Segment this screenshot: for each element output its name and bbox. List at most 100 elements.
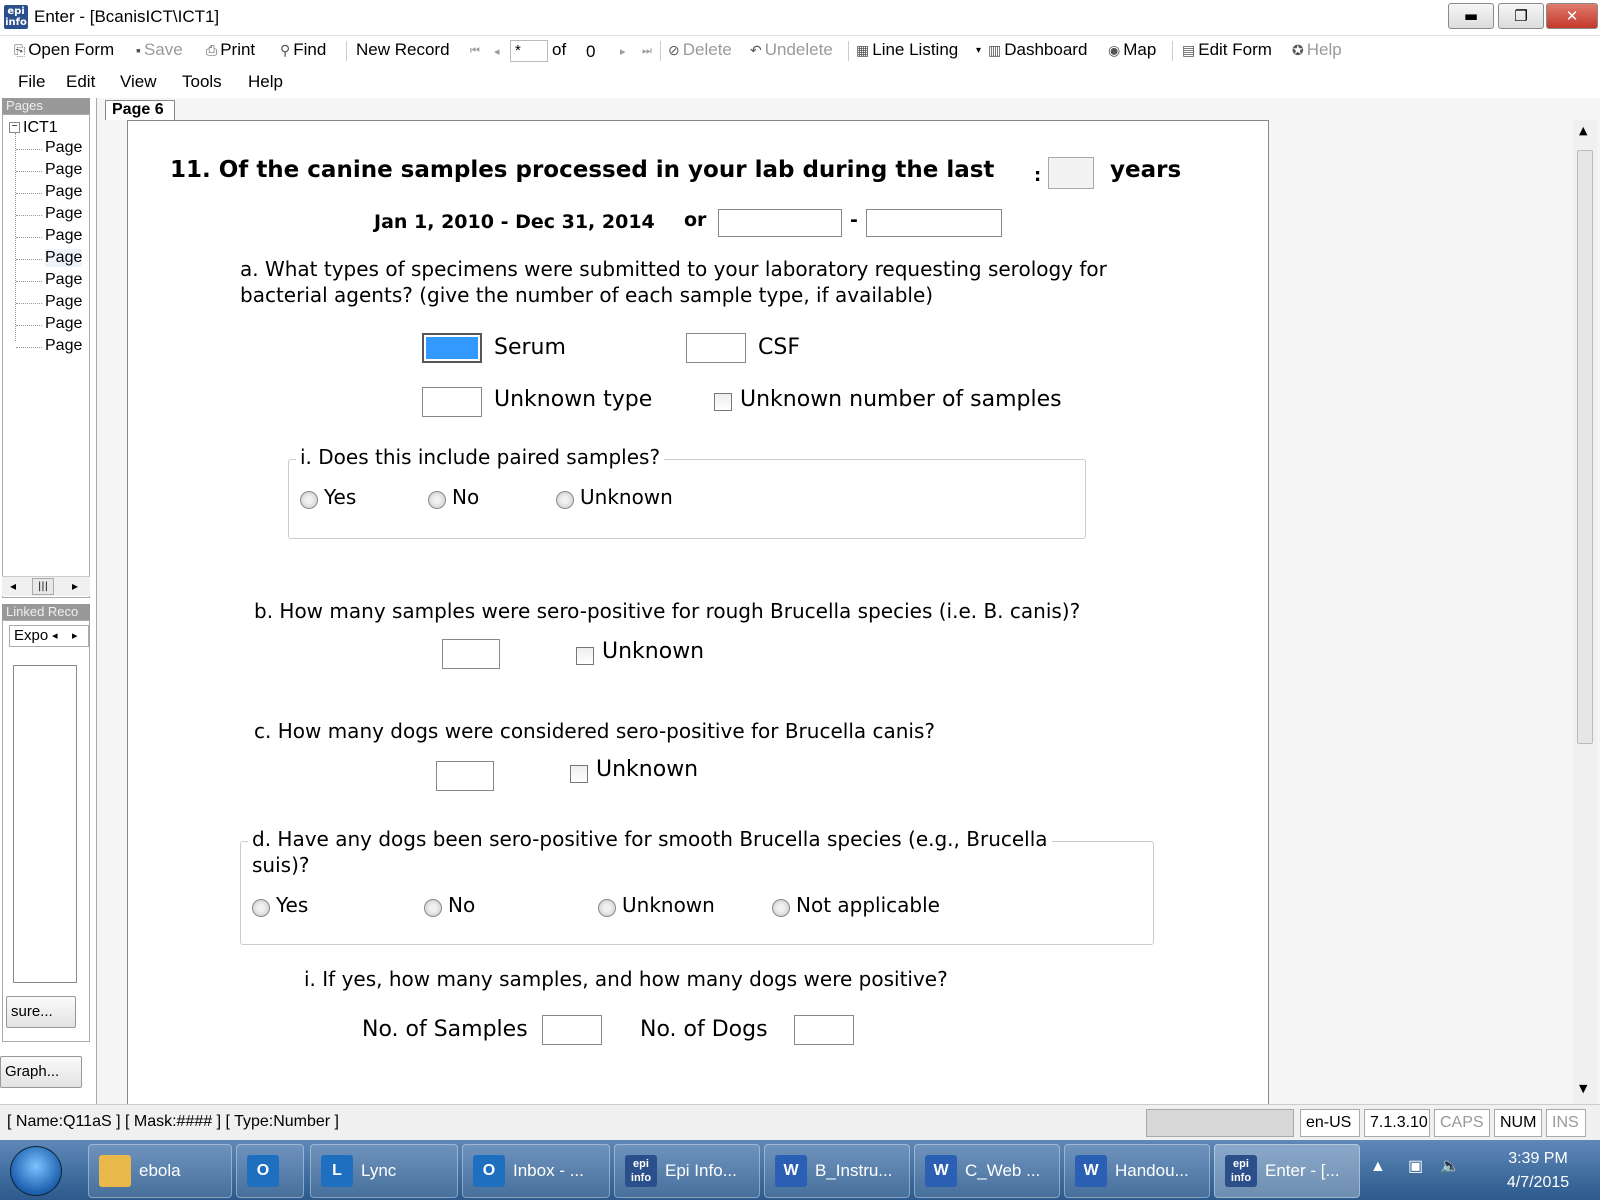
tree-connector	[16, 193, 42, 194]
menu-tools[interactable]: Tools	[182, 72, 222, 92]
paired-unknown-radio[interactable]	[556, 491, 574, 509]
taskbar-item-epi-info[interactable]: epi info Epi Info...	[614, 1144, 760, 1198]
scroll-thumb[interactable]: |||	[32, 578, 54, 595]
help-button[interactable]: ✪ Help	[1292, 40, 1342, 60]
edit-form-button[interactable]: ▤ Edit Form	[1182, 40, 1272, 60]
brucella-canis-dogs-input[interactable]	[436, 761, 494, 791]
scroll-down-icon[interactable]: ▼	[1579, 1082, 1587, 1095]
scroll-right-icon[interactable]: ▸	[72, 579, 78, 593]
taskbar-item-word-b-instru[interactable]: W B_Instru...	[764, 1144, 910, 1198]
rough-brucella-unknown-checkbox[interactable]	[576, 647, 594, 665]
volume-icon[interactable]: 🔈	[1440, 1156, 1460, 1176]
tree-connector	[16, 347, 42, 348]
delete-button[interactable]: ⊘ Delete	[668, 40, 732, 60]
collapse-icon[interactable]: −	[9, 122, 20, 134]
taskbar-label: Lync	[361, 1161, 397, 1180]
tree-item-page-selected[interactable]: Page	[45, 249, 83, 267]
taskbar-item-word-handout[interactable]: W Handou...	[1064, 1144, 1210, 1198]
close-button[interactable]: ✕	[1546, 3, 1598, 29]
smooth-unknown-radio[interactable]	[598, 899, 616, 917]
scroll-left-icon[interactable]: ◂	[10, 579, 16, 593]
network-icon[interactable]: ▣	[1408, 1156, 1423, 1176]
print-button[interactable]: ⎙ Print	[206, 40, 255, 60]
tree-item-page[interactable]: Page	[45, 139, 82, 157]
taskbar-item-ebola[interactable]: ebola	[88, 1144, 232, 1198]
date-dash-label: -	[850, 209, 858, 231]
smooth-no-radio[interactable]	[424, 899, 442, 917]
find-button[interactable]: ⚲ Find	[280, 40, 326, 60]
new-record-button[interactable]: New Record	[356, 40, 450, 60]
clock[interactable]: 3:39 PM 4/7/2015	[1496, 1150, 1580, 1192]
taskbar-item-enter-active[interactable]: epi info Enter - [...	[1214, 1144, 1360, 1198]
record-number-input[interactable]: *	[510, 40, 548, 62]
undelete-button[interactable]: ↶ Undelete	[750, 40, 833, 60]
taskbar-item-word-c-web[interactable]: W C_Web ...	[914, 1144, 1060, 1198]
show-hidden-icons-icon[interactable]: ▲	[1370, 1158, 1386, 1176]
tree-item-page[interactable]: Page	[45, 293, 82, 311]
tree-item-page[interactable]: Page	[45, 161, 82, 179]
tree-item-page[interactable]: Page	[45, 337, 82, 355]
years-input[interactable]	[1048, 157, 1094, 189]
tree-item-page[interactable]: Page	[45, 183, 82, 201]
line-listing-dropdown-icon[interactable]: ▾	[976, 45, 981, 56]
taskbar-item-inbox[interactable]: O Inbox - ...	[462, 1144, 610, 1198]
start-button[interactable]	[10, 1146, 62, 1196]
toolbar-separator	[346, 41, 347, 61]
unknown-type-count-input[interactable]	[422, 387, 482, 417]
exposure-tab[interactable]: Expo ◂ ▸	[9, 625, 89, 647]
minimize-button[interactable]: ▬	[1448, 3, 1494, 29]
next-record-icon[interactable]: ▸	[620, 45, 626, 58]
scroll-thumb[interactable]	[1577, 150, 1593, 744]
delete-label: Delete	[682, 40, 732, 59]
toolbar: ⎘ Open Form ▪ Save ⎙ Print ⚲ Find New Record…	[0, 36, 1600, 66]
line-listing-button[interactable]: ▦ Line Listing	[856, 40, 958, 60]
menu-view[interactable]: View	[120, 72, 157, 92]
taskbar-item-outlook[interactable]: O	[236, 1144, 304, 1198]
tree-connector	[16, 171, 42, 172]
graph-button[interactable]: Graph...	[0, 1056, 82, 1088]
tree-item-page[interactable]: Page	[45, 315, 82, 333]
binoculars-icon: ⚲	[280, 42, 291, 58]
tab-page-6[interactable]: Page 6	[105, 100, 175, 120]
tree-connector	[16, 259, 42, 260]
tab-scroll-left-icon[interactable]: ◂	[52, 626, 58, 646]
csf-count-input[interactable]	[686, 333, 746, 363]
smooth-not-applicable-radio[interactable]	[772, 899, 790, 917]
no-dogs-input[interactable]	[794, 1015, 854, 1045]
map-button[interactable]: ◉ Map	[1108, 40, 1156, 60]
exposure-button[interactable]: sure...	[6, 996, 76, 1028]
menu-file[interactable]: File	[18, 72, 45, 92]
save-button[interactable]: ▪ Save	[136, 40, 183, 60]
smooth-yes-radio[interactable]	[252, 899, 270, 917]
tree-item-page[interactable]: Page	[45, 205, 82, 223]
previous-record-icon[interactable]: ◂	[494, 45, 500, 58]
exposure-tab-label: Expo	[14, 627, 49, 644]
last-record-icon[interactable]: ⏭	[642, 45, 652, 58]
tree-item-page[interactable]: Page	[45, 271, 82, 289]
scroll-up-icon[interactable]: ▲	[1579, 124, 1587, 137]
start-date-input[interactable]	[718, 209, 842, 237]
paired-unknown-label: Unknown	[580, 485, 673, 509]
first-record-icon[interactable]: ⏮	[470, 45, 480, 58]
form-vertical-scrollbar[interactable]: ▲ ▼	[1573, 120, 1597, 1104]
tab-scroll-right-icon[interactable]: ▸	[72, 626, 78, 646]
brucella-canis-unknown-checkbox[interactable]	[570, 765, 588, 783]
open-form-button[interactable]: ⎘ Open Form	[14, 40, 114, 60]
linked-records-list[interactable]	[13, 665, 77, 983]
rough-brucella-count-input[interactable]	[442, 639, 500, 669]
unknown-number-checkbox[interactable]	[714, 393, 732, 411]
menu-edit[interactable]: Edit	[66, 72, 95, 92]
save-icon: ▪	[136, 42, 141, 58]
paired-no-radio[interactable]	[428, 491, 446, 509]
paired-yes-radio[interactable]	[300, 491, 318, 509]
taskbar-item-lync[interactable]: L Lync	[310, 1144, 458, 1198]
serum-count-input[interactable]	[422, 333, 482, 363]
no-samples-input[interactable]	[542, 1015, 602, 1045]
maximize-button[interactable]: ❐	[1498, 3, 1544, 29]
pages-horizontal-scrollbar[interactable]: ◂ ||| ▸	[2, 576, 90, 596]
tree-item-page[interactable]: Page	[45, 227, 82, 245]
end-date-input[interactable]	[866, 209, 1002, 237]
menu-help[interactable]: Help	[248, 72, 283, 92]
dashboard-button[interactable]: ▥ Dashboard	[988, 40, 1087, 60]
tree-root-ict1[interactable]: − ICT1	[9, 119, 58, 137]
